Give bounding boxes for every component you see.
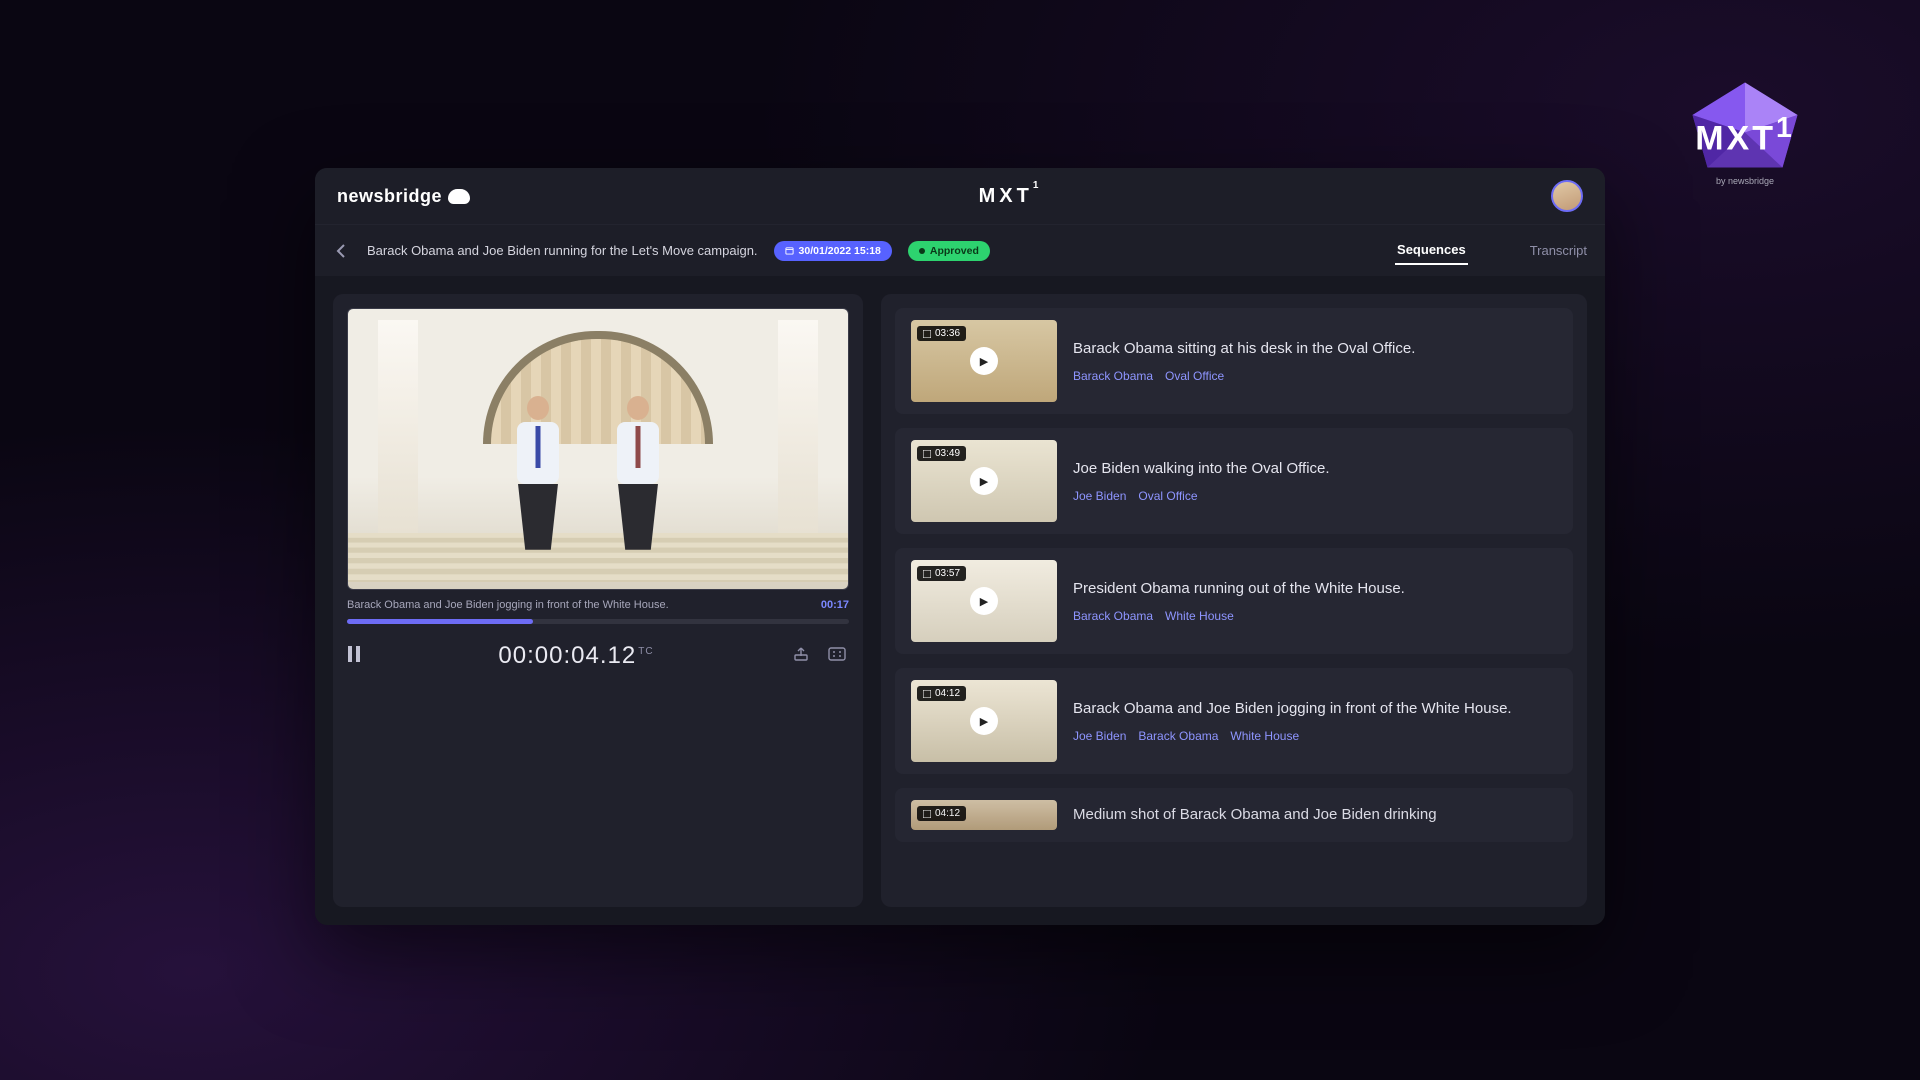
- back-button[interactable]: [331, 241, 351, 261]
- expand-icon: [923, 570, 931, 578]
- sequence-tags: Barack Obama White House: [1073, 609, 1557, 623]
- sequence-body: Joe Biden walking into the Oval Office. …: [1073, 459, 1557, 503]
- expand-icon: [923, 690, 931, 698]
- app-window: newsbridge MXT1 Barack Obama and Joe Bid…: [315, 168, 1605, 925]
- date-pill-label: 30/01/2022 15:18: [799, 245, 881, 257]
- player-caption: Barack Obama and Joe Biden jogging in fr…: [347, 599, 669, 611]
- play-icon: ▶: [970, 587, 998, 615]
- status-pill-label: Approved: [930, 245, 979, 257]
- product-mark: MXT1: [979, 185, 1043, 208]
- sequence-body: Barack Obama and Joe Biden jogging in fr…: [1073, 699, 1557, 743]
- sequence-tags: Joe Biden Barack Obama White House: [1073, 729, 1557, 743]
- pause-button[interactable]: [347, 645, 375, 668]
- sequence-title: Barack Obama sitting at his desk in the …: [1073, 339, 1557, 359]
- sequence-thumbnail[interactable]: 04:12: [911, 800, 1057, 830]
- newsbridge-logo[interactable]: newsbridge: [337, 186, 470, 207]
- sequence-tags: Barack Obama Oval Office: [1073, 369, 1557, 383]
- sequence-item[interactable]: 04:12 ▶ Barack Obama and Joe Biden joggi…: [895, 668, 1573, 774]
- player-caption-time: 00:17: [821, 599, 849, 611]
- player-controls: 00:00:04.12TC: [347, 642, 849, 670]
- app-header: newsbridge MXT1: [315, 168, 1605, 224]
- tag[interactable]: White House: [1230, 729, 1299, 743]
- newsbridge-wordmark: newsbridge: [337, 186, 442, 207]
- expand-icon: [923, 450, 931, 458]
- share-icon[interactable]: [789, 646, 813, 667]
- tag[interactable]: Barack Obama: [1073, 369, 1153, 383]
- play-icon: ▶: [970, 347, 998, 375]
- time-badge: 03:57: [917, 566, 966, 581]
- progress-fill: [347, 619, 533, 624]
- content-area: Barack Obama and Joe Biden jogging in fr…: [315, 276, 1605, 925]
- timecode-display: 00:00:04.12TC: [375, 642, 777, 670]
- player-panel: Barack Obama and Joe Biden jogging in fr…: [333, 294, 863, 907]
- sequence-thumbnail[interactable]: 03:49 ▶: [911, 440, 1057, 522]
- time-badge: 04:12: [917, 806, 966, 821]
- expand-icon: [923, 330, 931, 338]
- time-badge: 03:49: [917, 446, 966, 461]
- tab-sequences[interactable]: Sequences: [1395, 236, 1468, 265]
- sequences-panel: 03:36 ▶ Barack Obama sitting at his desk…: [881, 294, 1587, 907]
- sequence-body: Medium shot of Barack Obama and Joe Bide…: [1073, 805, 1557, 825]
- sequence-item[interactable]: 03:36 ▶ Barack Obama sitting at his desk…: [895, 308, 1573, 414]
- cloud-icon: [448, 189, 470, 204]
- subheader: Barack Obama and Joe Biden running for t…: [315, 224, 1605, 276]
- sequence-thumbnail[interactable]: 03:36 ▶: [911, 320, 1057, 402]
- sequence-body: Barack Obama sitting at his desk in the …: [1073, 339, 1557, 383]
- tag[interactable]: Joe Biden: [1073, 729, 1126, 743]
- tag[interactable]: Barack Obama: [1073, 609, 1153, 623]
- play-icon: ▶: [970, 707, 998, 735]
- sequence-body: President Obama running out of the White…: [1073, 579, 1557, 623]
- date-pill[interactable]: 30/01/2022 15:18: [774, 241, 892, 261]
- tag[interactable]: Barack Obama: [1138, 729, 1218, 743]
- sequence-title: Barack Obama and Joe Biden jogging in fr…: [1073, 699, 1557, 719]
- captions-icon[interactable]: [825, 647, 849, 666]
- tab-transcript[interactable]: Transcript: [1528, 237, 1589, 264]
- tag[interactable]: Oval Office: [1138, 489, 1197, 503]
- sequence-title: Joe Biden walking into the Oval Office.: [1073, 459, 1557, 479]
- sequence-tags: Joe Biden Oval Office: [1073, 489, 1557, 503]
- status-dot-icon: [919, 248, 925, 254]
- status-pill[interactable]: Approved: [908, 241, 990, 261]
- calendar-icon: [785, 246, 794, 255]
- video-viewport[interactable]: [347, 308, 849, 590]
- tag[interactable]: Joe Biden: [1073, 489, 1126, 503]
- progress-bar[interactable]: [347, 619, 849, 624]
- sequence-title: President Obama running out of the White…: [1073, 579, 1557, 599]
- time-badge: 04:12: [917, 686, 966, 701]
- user-avatar[interactable]: [1551, 180, 1583, 212]
- brand-mark: MXT1: [1695, 112, 1795, 158]
- breadcrumb-title: Barack Obama and Joe Biden running for t…: [367, 243, 758, 258]
- sequence-item[interactable]: 03:49 ▶ Joe Biden walking into the Oval …: [895, 428, 1573, 534]
- sequence-item[interactable]: 03:57 ▶ President Obama running out of t…: [895, 548, 1573, 654]
- sequence-title: Medium shot of Barack Obama and Joe Bide…: [1073, 805, 1557, 825]
- header-center: MXT1: [470, 185, 1551, 208]
- sequence-item[interactable]: 04:12 Medium shot of Barack Obama and Jo…: [895, 788, 1573, 842]
- caption-row: Barack Obama and Joe Biden jogging in fr…: [347, 599, 849, 611]
- tag[interactable]: White House: [1165, 609, 1234, 623]
- tag[interactable]: Oval Office: [1165, 369, 1224, 383]
- sequence-thumbnail[interactable]: 03:57 ▶: [911, 560, 1057, 642]
- play-icon: ▶: [970, 467, 998, 495]
- corner-brand-badge: MXT1 by newsbridge: [1680, 80, 1810, 186]
- sequence-thumbnail[interactable]: 04:12 ▶: [911, 680, 1057, 762]
- time-badge: 03:36: [917, 326, 966, 341]
- expand-icon: [923, 810, 931, 818]
